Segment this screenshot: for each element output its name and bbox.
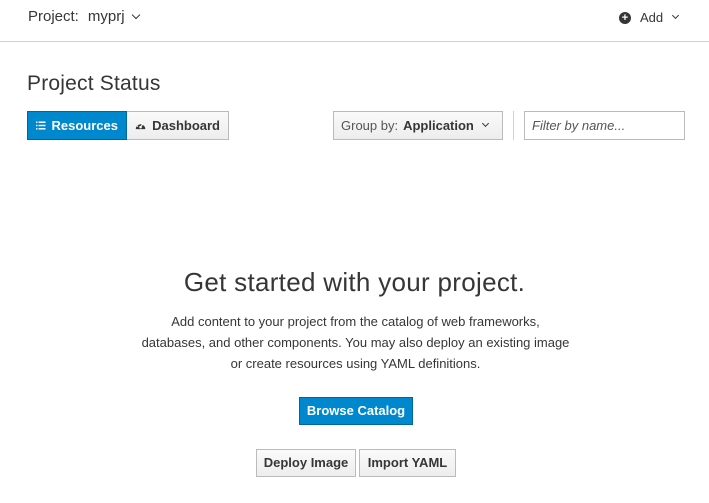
list-icon	[36, 121, 46, 130]
dashboard-label: Dashboard	[152, 118, 220, 133]
empty-state-title: Get started with your project.	[183, 267, 526, 297]
add-menu-button[interactable]: + Add	[619, 10, 680, 25]
import-yaml-button[interactable]: Import YAML	[359, 449, 456, 477]
add-label: Add	[640, 10, 664, 25]
chevron-down-icon	[481, 119, 489, 128]
project-switcher[interactable]: Project: myprj	[28, 8, 140, 25]
group-by-value: Application	[403, 118, 474, 133]
empty-state-description: Add content to your project from the cat…	[141, 314, 570, 371]
deploy-image-button[interactable]: Deploy Image	[256, 449, 356, 477]
resources-view-button[interactable]: Resources	[27, 111, 127, 140]
page-title: Project Status	[27, 72, 161, 95]
project-name: myprj	[87, 8, 125, 25]
plus-circle-icon: +	[619, 11, 631, 24]
toolbar-divider	[513, 111, 514, 140]
resources-label: Resources	[51, 118, 118, 133]
browse-catalog-button[interactable]: Browse Catalog	[299, 397, 413, 425]
chevron-down-icon	[672, 11, 680, 20]
tachometer-icon	[135, 123, 146, 130]
chevron-down-icon	[131, 10, 140, 19]
view-toggle: Resources Dashboard	[27, 111, 229, 140]
group-by-dropdown[interactable]: Group by: Application	[333, 111, 503, 140]
dashboard-view-button[interactable]: Dashboard	[127, 111, 229, 140]
filter-by-name-input[interactable]	[524, 111, 685, 140]
top-bar: Project: myprj + Add	[0, 0, 709, 42]
project-label: Project:	[28, 8, 79, 25]
group-by-label: Group by:	[341, 118, 399, 133]
